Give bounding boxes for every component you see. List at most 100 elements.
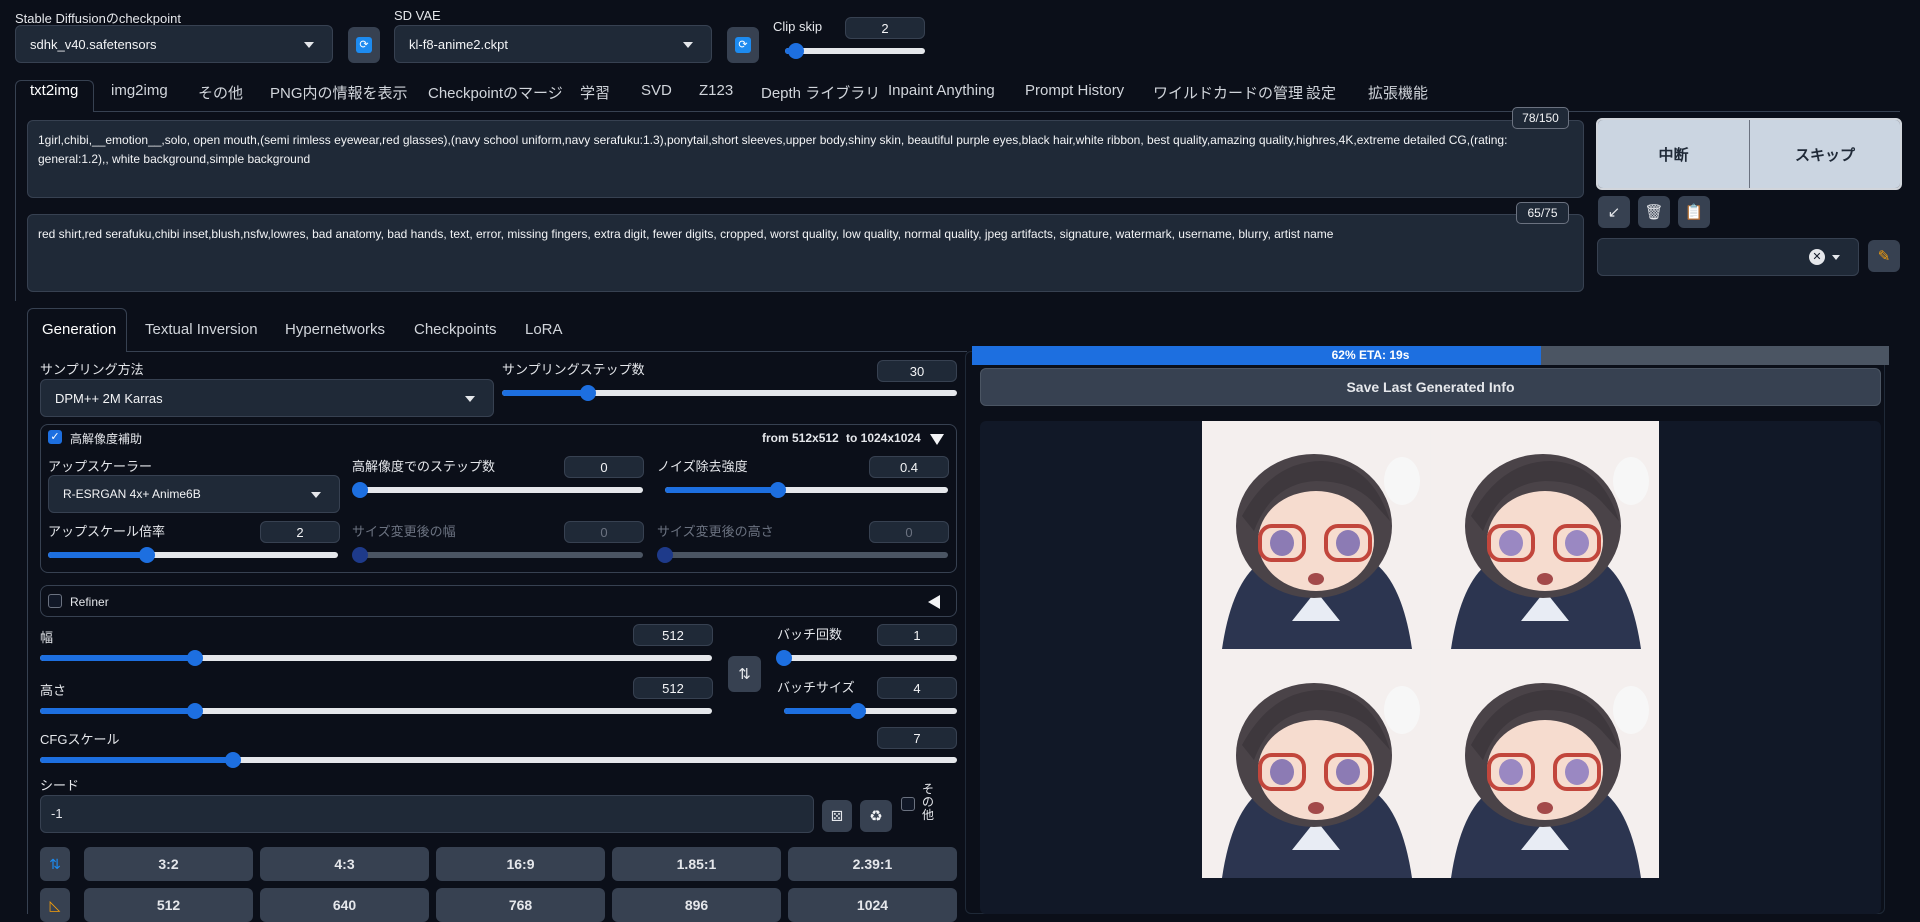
upscale-input[interactable]: 2 bbox=[260, 521, 340, 543]
subtab-4[interactable]: LoRA bbox=[525, 321, 563, 338]
size-preset-button[interactable]: 512 bbox=[84, 888, 253, 922]
tab-1[interactable]: img2img bbox=[111, 82, 168, 99]
expand-icon[interactable] bbox=[928, 595, 940, 609]
size-preset-button[interactable]: 768 bbox=[436, 888, 605, 922]
sampler-value: DPM++ 2M Karras bbox=[55, 390, 163, 406]
slider-thumb[interactable] bbox=[138, 547, 155, 563]
denoise-input[interactable]: 0.4 bbox=[869, 456, 949, 478]
swap-icon: ⇅ bbox=[738, 666, 751, 683]
clip-skip-slider[interactable] bbox=[785, 43, 925, 59]
extra-seed-checkbox[interactable] bbox=[901, 797, 915, 811]
positive-token-counter: 78/150 bbox=[1512, 107, 1569, 129]
size-preset-button[interactable]: 640 bbox=[260, 888, 429, 922]
slider-thumb[interactable] bbox=[186, 650, 203, 666]
slider-thumb[interactable] bbox=[788, 43, 805, 59]
tab-13[interactable]: 拡張機能 bbox=[1368, 82, 1428, 103]
subtab-3[interactable]: Checkpoints bbox=[414, 321, 497, 338]
edit-styles-button[interactable]: ✎ bbox=[1868, 240, 1900, 272]
upscaler-dropdown[interactable]: R-ESRGAN 4x+ Anime6B bbox=[48, 475, 340, 513]
tab-12[interactable]: 設定 bbox=[1306, 82, 1336, 103]
denoise-slider[interactable] bbox=[665, 482, 948, 498]
refresh-checkpoint-button[interactable]: ⟳ bbox=[348, 27, 380, 63]
clear-icon[interactable]: ✕ bbox=[1809, 249, 1825, 265]
height-slider[interactable] bbox=[40, 703, 712, 719]
chibi-image-2[interactable] bbox=[1430, 421, 1659, 649]
width-input[interactable]: 512 bbox=[633, 624, 713, 646]
chibi-image-3[interactable] bbox=[1202, 649, 1430, 878]
batch-size-slider[interactable] bbox=[784, 703, 957, 719]
checkpoint-dropdown[interactable]: sdhk_v40.safetensors bbox=[15, 25, 333, 63]
hires-steps-slider[interactable] bbox=[352, 482, 643, 498]
slider-thumb[interactable] bbox=[580, 385, 597, 401]
aspect-ratio-button[interactable]: 2.39:1 bbox=[788, 847, 957, 881]
clear-prompt-button[interactable]: 🗑 bbox=[1638, 196, 1670, 228]
aspect-ratio-button[interactable]: 1.85:1 bbox=[612, 847, 781, 881]
steps-input[interactable]: 30 bbox=[877, 360, 957, 382]
aspect-ratio-button[interactable]: 4:3 bbox=[260, 847, 429, 881]
interrupt-button[interactable]: 中断 bbox=[1598, 120, 1749, 188]
hires-summary-to: to 1024x1024 bbox=[846, 431, 921, 445]
seed-input[interactable]: -1 bbox=[40, 795, 814, 833]
subtab-2[interactable]: Hypernetworks bbox=[285, 321, 385, 338]
tab-2[interactable]: その他 bbox=[198, 82, 243, 103]
aspect-ratio-button[interactable]: 3:2 bbox=[84, 847, 253, 881]
subtab-0[interactable]: Generation bbox=[42, 321, 116, 338]
vae-label: SD VAE bbox=[394, 8, 441, 23]
ruler-button[interactable]: ◺ bbox=[40, 888, 70, 922]
batch-count-input[interactable]: 1 bbox=[877, 624, 957, 646]
subtab-1[interactable]: Textual Inversion bbox=[145, 321, 258, 338]
cfg-input[interactable]: 7 bbox=[877, 727, 957, 749]
batch-size-input[interactable]: 4 bbox=[877, 677, 957, 699]
upscale-slider[interactable] bbox=[48, 547, 338, 563]
height-input[interactable]: 512 bbox=[633, 677, 713, 699]
tab-3[interactable]: PNG内の情報を表示 bbox=[270, 82, 408, 103]
refresh-vae-button[interactable]: ⟳ bbox=[727, 27, 759, 63]
clipboard-button[interactable]: 📋 bbox=[1678, 196, 1710, 228]
hires-checkbox[interactable]: ✓ bbox=[48, 430, 62, 444]
size-preset-button[interactable]: 896 bbox=[612, 888, 781, 922]
aspect-ratio-button[interactable]: 16:9 bbox=[436, 847, 605, 881]
skip-button[interactable]: スキップ bbox=[1750, 120, 1900, 188]
styles-dropdown[interactable]: ✕ bbox=[1597, 238, 1859, 276]
collapse-icon[interactable] bbox=[930, 434, 944, 445]
steps-slider[interactable] bbox=[502, 385, 957, 401]
negative-prompt-textarea[interactable]: red shirt,red serafuku,chibi inset,blush… bbox=[27, 214, 1584, 292]
tab-7[interactable]: Z123 bbox=[699, 82, 733, 99]
slider-thumb[interactable] bbox=[352, 482, 368, 498]
reuse-seed-button[interactable]: ♻ bbox=[860, 800, 892, 832]
slider-thumb[interactable] bbox=[850, 703, 867, 719]
chibi-image-1[interactable] bbox=[1202, 421, 1430, 649]
sampler-dropdown[interactable]: DPM++ 2M Karras bbox=[40, 379, 494, 417]
tab-5[interactable]: 学習 bbox=[580, 82, 610, 103]
vae-value: kl-f8-anime2.ckpt bbox=[409, 36, 508, 52]
paste-params-button[interactable]: ↙ bbox=[1598, 196, 1630, 228]
slider-thumb[interactable] bbox=[186, 703, 203, 719]
chevron-down-icon bbox=[311, 492, 321, 498]
chibi-image-4[interactable] bbox=[1430, 649, 1659, 878]
slider-thumb[interactable] bbox=[776, 650, 792, 666]
tab-0[interactable]: txt2img bbox=[30, 82, 78, 99]
tab-9[interactable]: Inpaint Anything bbox=[888, 82, 995, 99]
width-slider[interactable] bbox=[40, 650, 712, 666]
clip-skip-input[interactable]: 2 bbox=[845, 17, 925, 39]
tab-10[interactable]: Prompt History bbox=[1025, 82, 1124, 99]
cfg-slider[interactable] bbox=[40, 752, 957, 768]
save-info-button[interactable]: Save Last Generated Info bbox=[980, 368, 1881, 406]
slider-thumb[interactable] bbox=[224, 752, 241, 768]
random-seed-button[interactable]: ⚄ bbox=[822, 800, 852, 832]
subtab-divider bbox=[127, 351, 967, 352]
preview-image[interactable] bbox=[1202, 421, 1659, 878]
tab-6[interactable]: SVD bbox=[641, 82, 672, 99]
batch-count-slider[interactable] bbox=[776, 650, 957, 666]
tab-11[interactable]: ワイルドカードの管理 bbox=[1153, 82, 1303, 103]
upscale-label: アップスケール倍率 bbox=[48, 524, 166, 539]
positive-prompt-textarea[interactable]: 1girl,chibi,__emotion__,solo, open mouth… bbox=[27, 120, 1584, 198]
size-preset-button[interactable]: 1024 bbox=[788, 888, 957, 922]
refiner-checkbox[interactable] bbox=[48, 594, 62, 608]
tab-4[interactable]: Checkpointのマージ bbox=[428, 82, 563, 103]
vae-dropdown[interactable]: kl-f8-anime2.ckpt bbox=[394, 25, 712, 63]
swap-ratio-button[interactable]: ⇅ bbox=[40, 847, 70, 881]
hires-steps-input[interactable]: 0 bbox=[564, 456, 644, 478]
swap-dimensions-button[interactable]: ⇅ bbox=[728, 656, 761, 692]
tab-8[interactable]: Depth ライブラリ bbox=[761, 82, 880, 103]
